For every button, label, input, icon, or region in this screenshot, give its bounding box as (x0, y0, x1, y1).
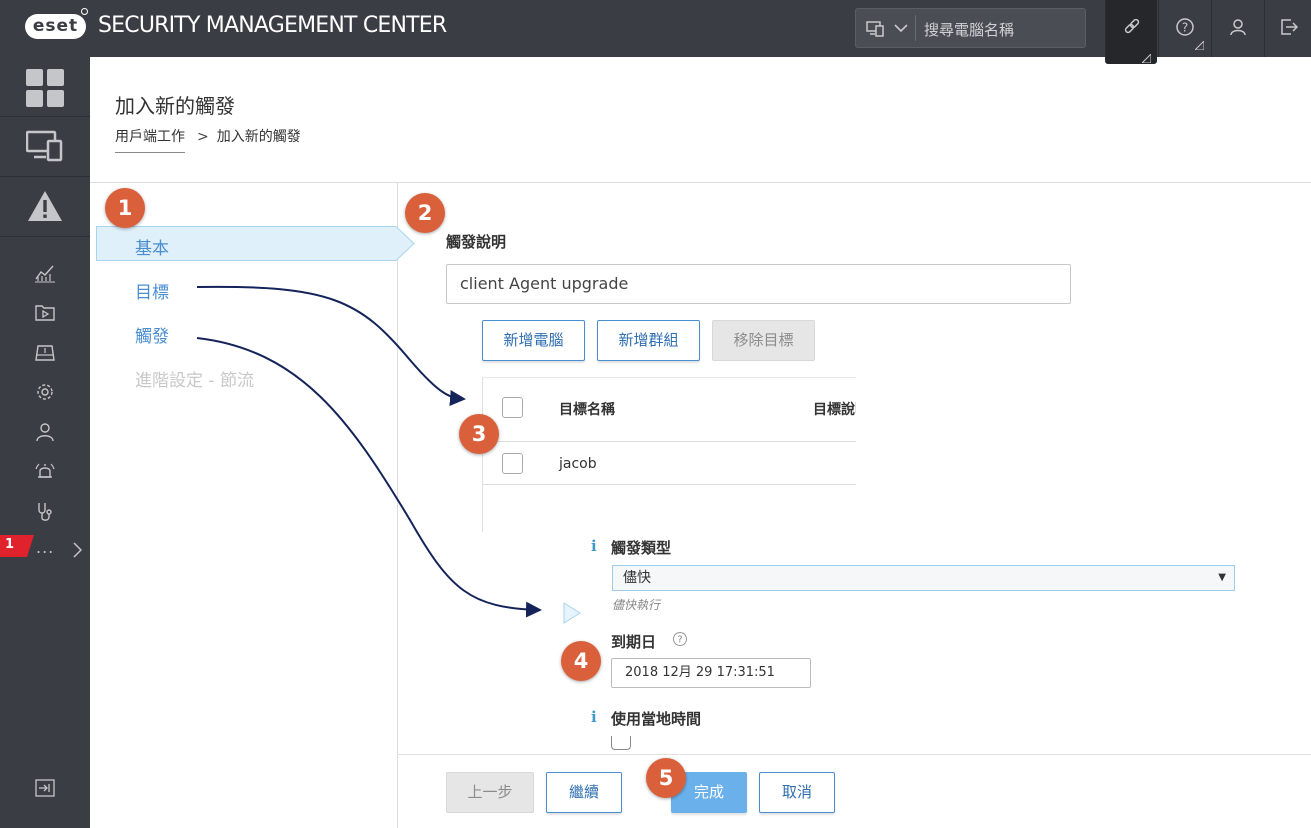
arrow-trigger-to-panel (196, 337, 542, 618)
callout-badge-3: 3 (459, 414, 499, 454)
callout-badge-2: 2 (405, 193, 445, 233)
arrow-target-to-table (196, 285, 466, 406)
annotation-arrows (196, 285, 542, 618)
callout-badge-5: 5 (646, 758, 686, 798)
callout-badge-1: 1 (105, 188, 145, 228)
callout-badge-4: 4 (561, 641, 601, 681)
